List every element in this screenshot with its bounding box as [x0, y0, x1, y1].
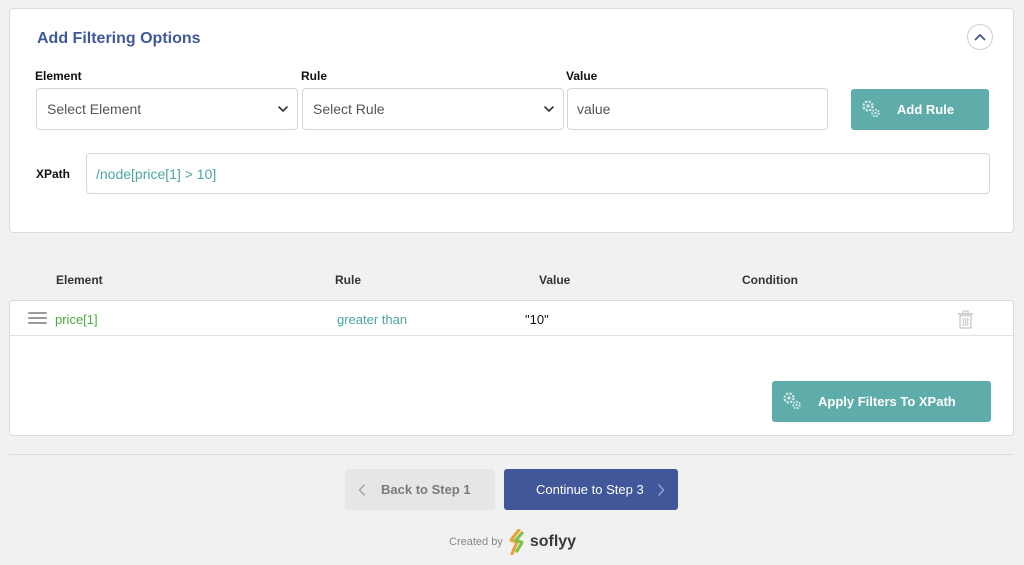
row-rule: greater than: [337, 312, 408, 327]
panel-title: Add Filtering Options: [37, 30, 201, 47]
back-label: Back to Step 1: [381, 482, 471, 497]
rule-select[interactable]: Select Rule: [302, 88, 564, 130]
add-rule-label: Add Rule: [897, 102, 955, 117]
column-header-element: Element: [56, 273, 103, 287]
created-by-text: Created by: [449, 536, 503, 548]
continue-to-step-3-button[interactable]: Continue to Step 3: [504, 469, 678, 510]
row-element: price[1]: [55, 312, 98, 327]
column-header-rule: Rule: [335, 273, 362, 287]
row-value: "10": [525, 312, 549, 327]
filtering-options-panel: Add Filtering Options Element Rule Value…: [9, 8, 1014, 233]
apply-filters-label: Apply Filters To XPath: [818, 394, 956, 409]
continue-label: Continue to Step 3: [536, 482, 644, 497]
rule-select-text: Select Rule: [313, 101, 385, 117]
value-label: Value: [566, 69, 598, 83]
element-select-text: Select Element: [47, 101, 142, 117]
divider: [9, 454, 1014, 455]
rules-table: price[1] greater than "10" Apply Filters…: [9, 300, 1014, 436]
element-select[interactable]: Select Element: [36, 88, 298, 130]
add-rule-button[interactable]: Add Rule: [851, 89, 989, 130]
chevron-left-icon: [358, 483, 365, 496]
drag-handle-icon[interactable]: [28, 312, 47, 327]
brand-name: soflyy: [529, 533, 577, 550]
gears-icon: [862, 100, 880, 118]
soflyy-logo-icon: [509, 529, 524, 555]
gears-icon: [783, 392, 801, 410]
chevron-down-icon: [544, 106, 554, 112]
chevron-right-icon: [657, 483, 665, 496]
column-header-value: Value: [539, 273, 571, 287]
back-to-step-1-button[interactable]: Back to Step 1: [345, 469, 495, 510]
rule-label: Rule: [301, 69, 328, 83]
apply-filters-button[interactable]: Apply Filters To XPath: [772, 381, 991, 422]
table-row: price[1] greater than "10": [10, 301, 1013, 336]
collapse-button[interactable]: [967, 24, 993, 50]
footer: Created by soflyy: [449, 528, 576, 556]
value-input[interactable]: [567, 88, 828, 130]
column-header-condition: Condition: [742, 273, 798, 287]
xpath-input[interactable]: [86, 153, 990, 194]
chevron-up-icon: [974, 34, 986, 41]
trash-icon[interactable]: [957, 310, 974, 329]
element-label: Element: [35, 69, 82, 83]
chevron-down-icon: [278, 106, 288, 112]
xpath-label: XPath: [36, 167, 71, 181]
